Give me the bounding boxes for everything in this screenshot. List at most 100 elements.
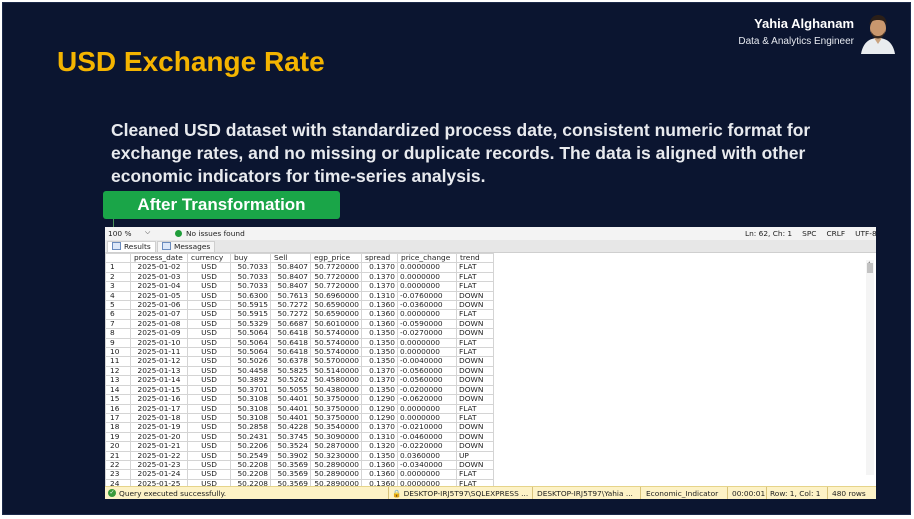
table-cell[interactable]: -0.0220000	[397, 441, 457, 452]
column-header-currency[interactable]: currency	[187, 252, 231, 264]
table-cell[interactable]: USD	[187, 412, 231, 424]
table-cell[interactable]: DOWN	[456, 375, 494, 386]
table-cell[interactable]: 50.2206	[230, 441, 271, 452]
table-cell[interactable]: DOWN	[456, 328, 494, 339]
table-cell[interactable]: 50.8407	[270, 271, 311, 283]
table-cell[interactable]: 0.0000000	[397, 309, 457, 320]
table-cell[interactable]: 50.5262	[270, 375, 311, 386]
row-number[interactable]: 19	[105, 431, 131, 443]
table-cell[interactable]: 0.1350	[361, 450, 398, 461]
table-cell[interactable]: USD	[187, 375, 231, 386]
table-row[interactable]: 10 2025-01-11 USD 50.5064 50.6418 50.5740000 0…	[105, 347, 494, 358]
table-cell[interactable]: 50.6418	[270, 328, 311, 339]
table-cell[interactable]: 50.3108	[230, 394, 271, 405]
table-cell[interactable]: 50.7720000	[310, 262, 362, 273]
table-cell[interactable]: 0.1370	[361, 422, 398, 433]
row-number-header[interactable]	[105, 252, 131, 264]
table-cell[interactable]: 50.3540000	[310, 422, 362, 433]
table-cell[interactable]: FLAT	[456, 271, 494, 283]
row-number[interactable]: 5	[105, 300, 131, 311]
table-cell[interactable]: 2025-01-22	[130, 450, 188, 461]
row-number[interactable]: 16	[105, 403, 131, 414]
table-cell[interactable]: 50.5064	[230, 328, 271, 339]
table-cell[interactable]: 0.1290	[361, 403, 398, 414]
table-cell[interactable]: 0.0000000	[397, 469, 457, 480]
row-number[interactable]: 15	[105, 394, 131, 405]
table-cell[interactable]: 2025-01-21	[130, 441, 188, 452]
table-cell[interactable]: 50.2431	[230, 431, 271, 443]
table-cell[interactable]: 50.5740000	[310, 347, 362, 358]
table-cell[interactable]: USD	[187, 422, 231, 433]
table-cell[interactable]: 50.6300	[230, 290, 271, 302]
table-cell[interactable]: 50.5915	[230, 309, 271, 320]
row-number[interactable]: 3	[105, 281, 131, 292]
table-cell[interactable]: -0.0620000	[397, 394, 457, 405]
table-cell[interactable]: USD	[187, 394, 231, 405]
table-cell[interactable]: 50.2208	[230, 459, 271, 471]
table-cell[interactable]: DOWN	[456, 441, 494, 452]
column-header-sell[interactable]: Sell	[270, 252, 311, 264]
table-cell[interactable]: 2025-01-19	[130, 422, 188, 433]
table-cell[interactable]: 50.2208	[230, 469, 271, 480]
tab-messages[interactable]: Messages	[157, 241, 216, 252]
table-cell[interactable]: 0.0000000	[397, 281, 457, 292]
table-cell[interactable]: 50.6378	[270, 356, 311, 367]
table-cell[interactable]: 50.5740000	[310, 328, 362, 339]
table-cell[interactable]: USD	[187, 262, 231, 273]
row-number[interactable]: 13	[105, 375, 131, 386]
table-cell[interactable]: 0.1350	[361, 328, 398, 339]
table-cell[interactable]: 50.8407	[270, 281, 311, 292]
table-cell[interactable]: -0.0200000	[397, 384, 457, 396]
table-row[interactable]: 12 2025-01-13 USD 50.4458 50.5825 50.5140000 0…	[105, 365, 494, 377]
row-number[interactable]: 22	[105, 459, 131, 471]
table-cell[interactable]: 2025-01-02	[130, 262, 188, 273]
table-cell[interactable]: 50.7033	[230, 271, 271, 283]
table-cell[interactable]: 2025-01-12	[130, 356, 188, 367]
table-cell[interactable]: DOWN	[456, 365, 494, 377]
table-cell[interactable]: 50.6960000	[310, 290, 362, 302]
table-cell[interactable]: 0.1350	[361, 347, 398, 358]
column-header-egp-price[interactable]: egp_price	[310, 252, 362, 264]
row-number[interactable]: 1	[105, 262, 131, 273]
table-cell[interactable]: 50.5064	[230, 347, 271, 358]
table-cell[interactable]: 2025-01-10	[130, 337, 188, 349]
table-cell[interactable]: 0.1290	[361, 412, 398, 424]
table-cell[interactable]: -0.0340000	[397, 459, 457, 471]
table-cell[interactable]: 50.3090000	[310, 431, 362, 443]
table-cell[interactable]: 2025-01-16	[130, 394, 188, 405]
table-cell[interactable]: 0.1360	[361, 300, 398, 311]
scroll-thumb[interactable]	[867, 263, 873, 273]
table-cell[interactable]: FLAT	[456, 281, 494, 292]
row-number[interactable]: 20	[105, 441, 131, 452]
table-cell[interactable]: 0.1350	[361, 356, 398, 367]
table-cell[interactable]: USD	[187, 403, 231, 414]
table-cell[interactable]: USD	[187, 431, 231, 443]
table-row[interactable]: 3 2025-01-04 USD 50.7033 50.8407 50.7720000 0.…	[105, 281, 494, 292]
row-number[interactable]: 23	[105, 469, 131, 480]
table-cell[interactable]: 0.1360	[361, 459, 398, 471]
table-cell[interactable]: DOWN	[456, 422, 494, 433]
table-cell[interactable]: 50.2870000	[310, 441, 362, 452]
table-cell[interactable]: -0.0760000	[397, 290, 457, 302]
table-row[interactable]: 1 2025-01-02 USD 50.7033 50.8407 50.7720000 0.…	[105, 262, 494, 273]
column-header-trend[interactable]: trend	[456, 252, 494, 264]
table-cell[interactable]: 50.4458	[230, 365, 271, 377]
row-number[interactable]: 14	[105, 384, 131, 396]
table-cell[interactable]: 0.0360000	[397, 450, 457, 461]
table-cell[interactable]: 50.7272	[270, 309, 311, 320]
table-cell[interactable]: FLAT	[456, 347, 494, 358]
table-cell[interactable]: 50.5700000	[310, 356, 362, 367]
table-row[interactable]: 16 2025-01-17 USD 50.3108 50.4401 50.3750000 0…	[105, 403, 494, 414]
table-cell[interactable]: FLAT	[456, 337, 494, 349]
table-row[interactable]: 5 2025-01-06 USD 50.5915 50.7272 50.6590000 0.…	[105, 300, 494, 311]
column-header-spread[interactable]: spread	[361, 252, 398, 264]
row-number[interactable]: 17	[105, 412, 131, 424]
table-cell[interactable]: 50.7033	[230, 262, 271, 273]
table-cell[interactable]: 0.1370	[361, 375, 398, 386]
table-cell[interactable]: -0.0040000	[397, 356, 457, 367]
row-number[interactable]: 2	[105, 271, 131, 283]
table-cell[interactable]: 50.3230000	[310, 450, 362, 461]
table-row[interactable]: 4 2025-01-05 USD 50.6300 50.7613 50.6960000 0.…	[105, 290, 494, 302]
table-cell[interactable]: DOWN	[456, 290, 494, 302]
table-cell[interactable]: 0.1350	[361, 337, 398, 349]
